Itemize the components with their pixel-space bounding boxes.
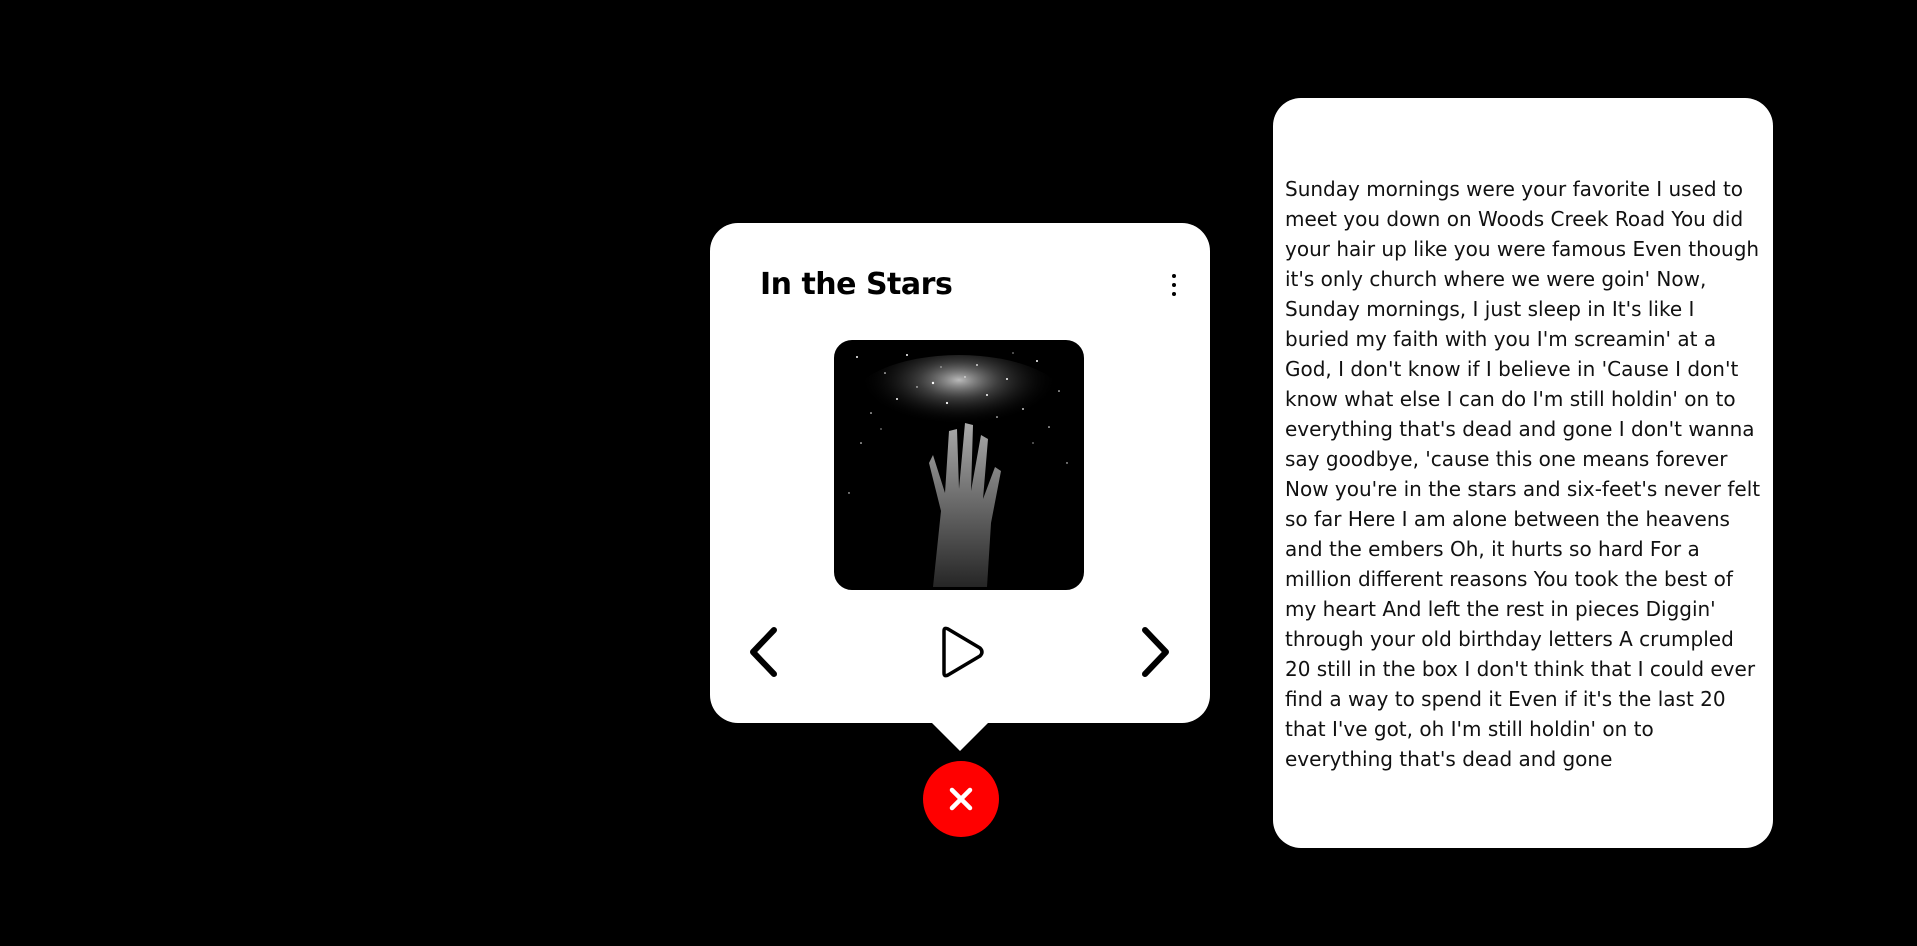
music-player-card: In the Stars xyxy=(710,223,1210,751)
next-track-button[interactable] xyxy=(1133,624,1175,680)
more-options-button[interactable] xyxy=(1162,267,1186,303)
chevron-right-icon xyxy=(1142,627,1169,677)
close-icon xyxy=(949,787,973,811)
close-button[interactable] xyxy=(923,761,999,837)
lyrics-text: Sunday mornings were your favorite I use… xyxy=(1285,177,1761,771)
more-vertical-icon-dot xyxy=(1172,292,1176,296)
chevron-left-icon xyxy=(750,627,777,677)
more-vertical-icon-dot xyxy=(1172,283,1176,287)
card-pointer xyxy=(930,721,990,751)
song-title: In the Stars xyxy=(760,267,953,302)
app-stage: In the Stars Sunday mornings were your f… xyxy=(0,0,1917,946)
play-button[interactable] xyxy=(936,624,986,680)
lyrics-panel: Sunday mornings were your favorite I use… xyxy=(1273,98,1773,848)
previous-track-button[interactable] xyxy=(744,624,786,680)
album-cover xyxy=(834,340,1084,590)
more-vertical-icon xyxy=(1172,274,1176,278)
play-icon xyxy=(942,626,984,678)
album-cover-art xyxy=(837,343,1081,587)
